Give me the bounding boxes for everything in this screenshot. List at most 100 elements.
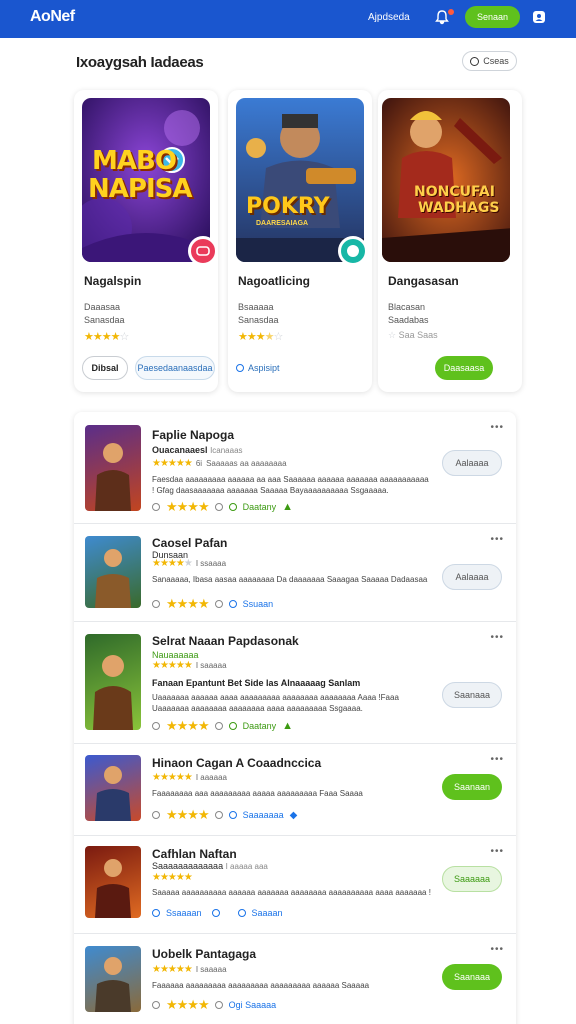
section-filter-label: Cseas	[483, 56, 509, 66]
featured-primary-button[interactable]: Paesedaanaasdaa	[135, 356, 215, 380]
game-title[interactable]: Caosel Pafan	[152, 536, 227, 550]
comment-icon[interactable]	[152, 722, 160, 730]
bookmark-icon[interactable]	[211, 909, 220, 917]
rating-stars: ☆ Saa Saas	[388, 330, 438, 340]
game-thumbnail[interactable]	[85, 946, 141, 1012]
featured-install-button[interactable]: Daasaasa	[435, 356, 493, 380]
featured-link-button[interactable]: Aspisipt	[236, 356, 296, 380]
artwork-title-1: POKRY	[246, 194, 330, 219]
game-title[interactable]: Uobelk Pantagaga	[152, 947, 256, 961]
artwork-title-1: MABO	[92, 146, 177, 176]
row-action-button[interactable]: Saanaaa	[442, 682, 502, 708]
footer-link[interactable]: Daatany	[243, 502, 277, 512]
heart-icon[interactable]	[214, 503, 223, 511]
featured-secondary-button[interactable]: Dibsal	[82, 356, 128, 380]
featured-card-2[interactable]: POKRY DAARESAIAGA Nagoatlicing Bsaaaaa S…	[228, 90, 372, 392]
game-list: Faplie Napoga Ouacanaaesl Icanaaas ★★★★★…	[74, 412, 516, 1024]
artwork-title-2: DAARESAIAGA	[256, 220, 309, 227]
list-item[interactable]: Faplie Napoga Ouacanaaesl Icanaaas ★★★★★…	[74, 412, 516, 524]
game-thumbnail[interactable]	[85, 846, 141, 918]
notification-bell-icon[interactable]	[434, 9, 454, 27]
category-label: Nauaaaaaa	[152, 650, 199, 660]
rating-stars: ★★★★★	[152, 872, 193, 883]
game-thumbnail[interactable]	[85, 536, 141, 608]
more-options-icon[interactable]: •••	[490, 754, 504, 765]
clock-icon	[236, 364, 244, 372]
featured-card-1[interactable]: MABO NAPISA Nagalspin Daaasaa Sanasdaa ★…	[74, 90, 218, 392]
comment-icon[interactable]	[152, 503, 160, 511]
artwork-title-2: WADHAGS	[418, 200, 500, 216]
brand-logo[interactable]: AoNef	[30, 8, 75, 26]
footer-link-2[interactable]: Saaaan	[252, 908, 283, 918]
list-item[interactable]: Uobelk Pantagaga ★★★★★ I saaaaa Faaaaaa a…	[74, 934, 516, 1024]
clock-icon	[228, 600, 237, 608]
row-action-button[interactable]: Saaaaaa	[442, 866, 502, 892]
game-description: Faesdaa aaaaaaaaa aaaaaa aa aaa Saaaaaa …	[152, 475, 429, 495]
row-action-button[interactable]: Saanaaa	[442, 964, 502, 990]
heart-icon[interactable]	[214, 600, 223, 608]
thumbs-up-icon[interactable]: ▲	[282, 720, 293, 732]
rating-count: I saaaaa	[195, 965, 227, 974]
game-artwork-3[interactable]: NONCUFAI WADHAGS	[382, 98, 510, 262]
footer-link[interactable]: Ssuaan	[243, 599, 274, 609]
list-item[interactable]: Cafhlan Naftan Saaaaaaaaaaaaa I aaaaa aa…	[74, 836, 516, 934]
comment-icon[interactable]	[152, 600, 160, 608]
game-name: Nagalspin	[84, 274, 142, 288]
row-action-button[interactable]: Aalaaaa	[442, 450, 502, 476]
more-options-icon[interactable]: •••	[490, 632, 504, 643]
rating-count: I aaaaaa	[195, 773, 227, 782]
account-icon[interactable]	[532, 10, 546, 24]
game-description-title: Fanaan Epantunt Bet Side las Alnaaaaag S…	[152, 678, 361, 688]
footer-link[interactable]: Ssaaaan	[166, 908, 202, 918]
artwork-title-2: NAPISA	[88, 174, 192, 204]
game-footer: ★★★★ Daatany ▲	[152, 499, 293, 515]
footer-link[interactable]: Daatany	[243, 721, 277, 731]
game-title[interactable]: Faplie Napoga	[152, 428, 234, 442]
game-footer: ★★★★ Ssuaan	[152, 596, 273, 612]
rating-stars: ★★★★★ I saaaaa	[152, 660, 227, 671]
footer-link[interactable]: Saaaaaaa	[243, 810, 284, 820]
nav-link[interactable]: Ajpdseda	[368, 12, 410, 23]
section-filter-button[interactable]: Cseas	[462, 51, 517, 71]
more-options-icon[interactable]: •••	[490, 944, 504, 955]
game-meta: Saadabas	[388, 315, 429, 325]
list-item[interactable]: Hinaon Cagan A Coaadnccica ★★★★★ I aaaaaa…	[74, 744, 516, 836]
comment-icon[interactable]	[152, 909, 160, 917]
game-description: Sanaaaaa, Ibasa aasaa aaaaaaaa Da daaaaa…	[152, 575, 428, 584]
heart-icon[interactable]	[214, 811, 223, 819]
category-extra: I saaaaa	[195, 661, 227, 670]
header-cta-button[interactable]: Senaan	[465, 6, 520, 28]
section-title: Ixoaygsah Iadaeas	[76, 54, 204, 71]
category-label: Saaaaaaaaaaaaa	[152, 861, 224, 871]
game-name: Dangasasan	[388, 274, 459, 288]
heart-icon[interactable]	[214, 722, 223, 730]
game-title[interactable]: Selrat Naaan Papdasonak	[152, 634, 299, 648]
list-item[interactable]: Selrat Naaan Papdasonak Nauaaaaaa ★★★★★ I…	[74, 622, 516, 744]
game-thumbnail[interactable]	[85, 634, 141, 730]
more-options-icon[interactable]: •••	[490, 846, 504, 857]
game-title[interactable]: Cafhlan Naftan	[152, 847, 237, 861]
game-category: Saaaaaaaaaaaaa I aaaaa aaa	[152, 861, 268, 871]
rating-stars: ★★★★	[166, 718, 210, 733]
more-options-icon[interactable]: •••	[490, 422, 504, 433]
game-title[interactable]: Hinaon Cagan A Coaadnccica	[152, 756, 321, 770]
rating-tail: Saaaaas aa aaaaaaaa	[206, 459, 287, 468]
list-item[interactable]: Caosel Pafan Dunsaan ★★★★★ I ssaaaa Sanaa…	[74, 524, 516, 622]
game-thumbnail[interactable]	[85, 755, 141, 821]
row-action-button[interactable]: Saanaan	[442, 774, 502, 800]
footer-link[interactable]: Ogi Saaaaa	[229, 1000, 277, 1010]
featured-card-3[interactable]: NONCUFAI WADHAGS Dangasasan Blacasan Saa…	[378, 90, 522, 392]
game-thumbnail[interactable]	[85, 425, 141, 511]
comment-icon[interactable]	[152, 1001, 160, 1009]
game-artwork-1[interactable]: MABO NAPISA	[82, 98, 210, 262]
thumbs-up-icon[interactable]: ◆	[290, 810, 298, 821]
share-icon[interactable]	[237, 909, 246, 917]
category-extra: I aaaaa aaa	[225, 862, 268, 871]
heart-icon[interactable]	[214, 1001, 223, 1009]
comment-icon[interactable]	[152, 811, 160, 819]
thumbs-up-icon[interactable]: ▲	[282, 501, 293, 513]
row-action-button[interactable]: Aalaaaa	[442, 564, 502, 590]
game-meta: Sanasdaa	[238, 315, 279, 325]
more-options-icon[interactable]: •••	[490, 534, 504, 545]
rating-stars: ★★★★	[166, 807, 210, 822]
